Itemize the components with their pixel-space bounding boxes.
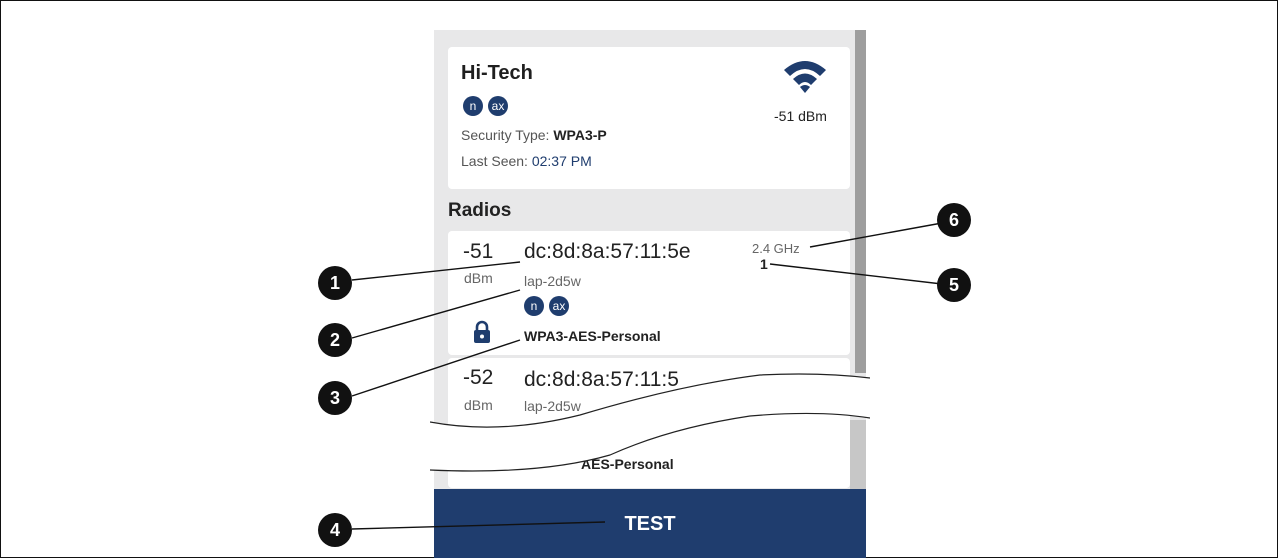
radios-section-title: Radios [448,200,512,221]
callout-1: 1 [318,266,352,300]
last-seen-value: 02:37 PM [531,153,592,169]
network-name: Hi-Tech [461,62,533,84]
standard-badge-ax: ax [488,96,508,116]
callout-5: 5 [937,268,971,302]
radio-channel: 1 [760,256,768,272]
radio-rssi-unit: dBm [464,270,493,286]
test-button[interactable]: TEST [434,489,866,558]
test-button-label: TEST [624,513,676,535]
radio-badge-ax: ax [549,296,569,316]
network-rssi: -51 dBm [774,108,827,124]
scrollbar[interactable] [855,30,866,373]
content-break [430,373,870,472]
security-type-label: Security Type: [461,127,554,143]
security-type-value: WPA3-P [553,127,607,143]
callout-3: 3 [318,381,352,415]
last-seen-label: Last Seen: [461,153,532,169]
radio-security: WPA3-AES-Personal [524,328,661,344]
radio-mac-address: dc:8d:8a:57:11:5e [524,240,691,263]
last-seen-line: Last Seen: 02:37 PM [461,153,592,169]
callout-4: 4 [318,513,352,547]
security-type-line: Security Type: WPA3-P [461,127,607,143]
standard-badge-n: n [463,96,483,116]
radio-band: 2.4 GHz [752,241,800,256]
radio-badge-n: n [524,296,544,316]
callout-2: 2 [318,323,352,357]
radio-hostname: lap-2d5w [524,273,581,289]
wifi-signal-icon [784,61,826,93]
lock-icon [474,320,490,343]
radio-rssi: -51 [463,240,494,263]
callout-6: 6 [937,203,971,237]
